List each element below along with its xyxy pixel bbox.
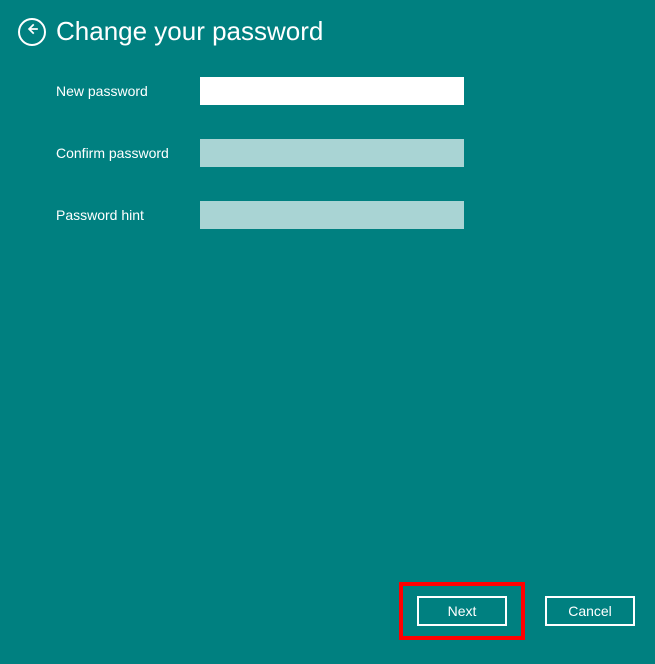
confirm-password-input[interactable] xyxy=(200,139,464,167)
new-password-row: New password xyxy=(56,77,655,105)
cancel-button[interactable]: Cancel xyxy=(545,596,635,626)
back-arrow-icon xyxy=(25,22,39,41)
page-title: Change your password xyxy=(56,16,323,47)
password-hint-row: Password hint xyxy=(56,201,655,229)
new-password-label: New password xyxy=(56,83,200,99)
password-form: New password Confirm password Password h… xyxy=(0,47,655,229)
next-button[interactable]: Next xyxy=(417,596,507,626)
new-password-input[interactable] xyxy=(200,77,464,105)
page-header: Change your password xyxy=(0,0,655,47)
button-bar: Next Cancel xyxy=(399,582,635,640)
confirm-password-label: Confirm password xyxy=(56,145,200,161)
confirm-password-row: Confirm password xyxy=(56,139,655,167)
cancel-button-wrap: Cancel xyxy=(545,582,635,640)
next-highlight-box: Next xyxy=(399,582,525,640)
back-button[interactable] xyxy=(18,18,46,46)
password-hint-label: Password hint xyxy=(56,207,200,223)
password-hint-input[interactable] xyxy=(200,201,464,229)
